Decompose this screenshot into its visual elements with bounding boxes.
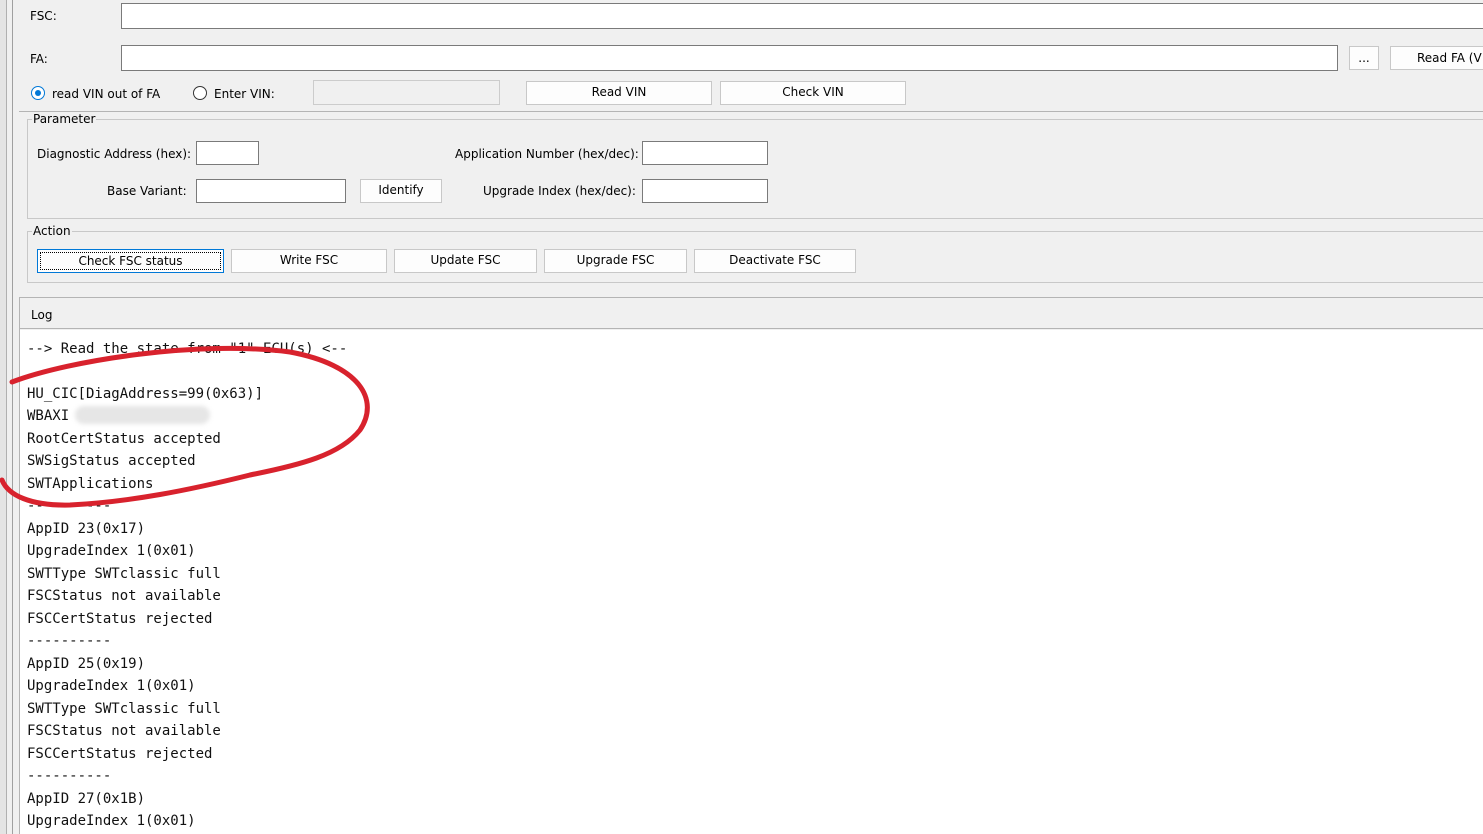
log-title: Log — [31, 308, 53, 322]
log-line: ---------- — [27, 768, 112, 784]
upgrade-index-field[interactable] — [642, 179, 768, 203]
update-fsc-button[interactable]: Update FSC — [394, 249, 537, 273]
log-header — [20, 298, 1483, 329]
fsc-field[interactable] — [121, 3, 1483, 29]
check-fsc-status-button[interactable]: Check FSC status — [37, 249, 224, 273]
upgrade-fsc-button[interactable]: Upgrade FSC — [544, 249, 687, 273]
action-group-title: Action — [32, 224, 72, 238]
vin-field[interactable] — [313, 80, 500, 105]
fa-label: FA: — [30, 52, 48, 66]
section-divider — [19, 111, 1483, 112]
check-vin-button[interactable]: Check VIN — [720, 81, 906, 105]
red-annotation-circle — [0, 345, 370, 508]
enter-vin-label: Enter VIN: — [214, 87, 275, 101]
diag-address-field[interactable] — [196, 141, 259, 165]
log-line: FSCCertStatus rejected — [27, 611, 213, 627]
vin-from-fa-radio[interactable] — [31, 86, 45, 100]
log-line: SWTType SWTclassic full — [27, 701, 221, 717]
log-line: FSCStatus not available — [27, 723, 221, 739]
enter-vin-radio[interactable] — [193, 86, 207, 100]
upgrade-index-label: Upgrade Index (hex/dec): — [483, 184, 636, 198]
log-line: ---------- — [27, 633, 112, 649]
app-number-field[interactable] — [642, 141, 768, 165]
write-fsc-button[interactable]: Write FSC — [231, 249, 387, 273]
log-line: AppID 25(0x19) — [27, 656, 146, 672]
log-line: UpgradeIndex 1(0x01) — [27, 678, 196, 694]
fa-field[interactable] — [121, 45, 1338, 71]
identify-button[interactable]: Identify — [360, 179, 442, 203]
check-fsc-status-label: Check FSC status — [40, 252, 221, 270]
deactivate-fsc-button[interactable]: Deactivate FSC — [694, 249, 856, 273]
read-vin-button[interactable]: Read VIN — [526, 81, 712, 105]
log-line: FSCStatus not available — [27, 588, 221, 604]
log-line: UpgradeIndex 1(0x01) — [27, 543, 196, 559]
log-line: FSCCertStatus rejected — [27, 746, 213, 762]
base-variant-label: Base Variant: — [107, 184, 187, 198]
diag-address-label: Diagnostic Address (hex): — [37, 147, 192, 161]
app-number-label: Application Number (hex/dec): — [455, 147, 639, 161]
read-fa-button[interactable]: Read FA (V — [1390, 46, 1483, 70]
base-variant-field[interactable] — [196, 179, 346, 203]
log-line: AppID 23(0x17) — [27, 521, 146, 537]
parameter-group — [27, 119, 1483, 219]
vin-from-fa-label: read VIN out of FA — [52, 87, 161, 101]
fsc-label: FSC: — [30, 9, 57, 23]
log-line: AppID 27(0x1B) — [27, 791, 146, 807]
browse-fa-button[interactable]: ... — [1349, 46, 1379, 70]
log-line: SWTType SWTclassic full — [27, 566, 221, 582]
parameter-group-title: Parameter — [32, 112, 97, 126]
log-line: UpgradeIndex 1(0x01) — [27, 813, 196, 829]
